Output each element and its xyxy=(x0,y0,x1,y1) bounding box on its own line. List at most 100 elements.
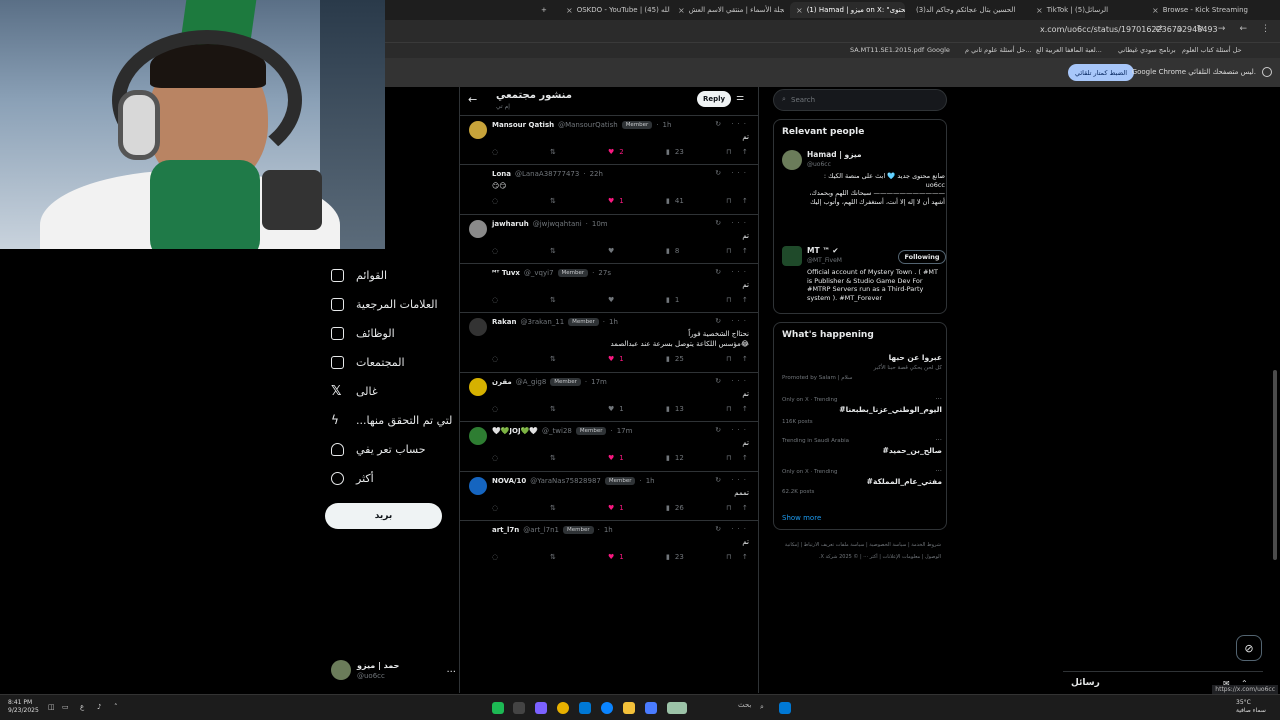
reply-icon[interactable]: ◌ xyxy=(492,148,498,156)
post-time[interactable]: 1h xyxy=(609,318,618,326)
browser-tab[interactable]: × TikTok | الرسائل(5) xyxy=(1030,2,1140,18)
retweet-icon[interactable]: ⇅ xyxy=(550,405,556,413)
bookmark-item[interactable]: SA.MT11.SE1.2015.pdf xyxy=(850,46,924,54)
share-icon[interactable]: ↑ xyxy=(742,553,748,561)
widgets-icon[interactable] xyxy=(667,702,687,714)
post-time[interactable]: 1h xyxy=(663,121,672,129)
post-button[interactable]: بريد xyxy=(325,503,442,529)
reply-post[interactable]: ᴹᵀ Tuvx @_vqyi7 Member · 27s ↻ ··· تم ◌ ⇅ ♥ ▮ 1 ⊓ ↑ xyxy=(460,263,758,312)
bookmark-item[interactable]: Google xyxy=(927,46,950,54)
reply-icon[interactable]: ◌ xyxy=(492,553,498,561)
edge-icon[interactable] xyxy=(601,702,613,714)
more-options-icon[interactable]: ↻ ··· xyxy=(715,377,750,385)
nav-communities[interactable]: المجتمعات xyxy=(331,351,405,373)
nav-premium[interactable]: 𝕏 غالى xyxy=(331,380,378,402)
author-name[interactable]: NOVA/10 xyxy=(492,477,526,485)
reply-button[interactable]: Reply xyxy=(697,91,731,107)
back-arrow-icon[interactable]: ← xyxy=(468,93,477,106)
browser-tab-active[interactable]: ×(1) Hamad | ميزو on X: "محتوى xyxy=(790,2,905,18)
browser-tab[interactable]: × Browse - Kick Streaming xyxy=(1146,2,1256,18)
bookmark-item[interactable]: حل أسئلة علوم ثاني م... xyxy=(965,46,1032,54)
community-name[interactable]: إم تي xyxy=(496,103,510,110)
author-name[interactable]: ᴹᵀ Tuvx xyxy=(492,269,520,277)
share-icon[interactable]: ↑ xyxy=(742,148,748,156)
reply-icon[interactable]: ◌ xyxy=(492,197,498,205)
author-handle[interactable]: @A_gig8 xyxy=(516,378,547,386)
more-options-icon[interactable]: ↻ ··· xyxy=(715,317,750,325)
more-options-icon[interactable]: ↻ ··· xyxy=(715,219,750,227)
home-icon[interactable]: ⌂ xyxy=(1177,24,1183,34)
search-input[interactable]: ⌕ Search xyxy=(773,89,947,111)
views-button[interactable]: ▮ 8 xyxy=(666,247,679,255)
avatar[interactable] xyxy=(469,220,487,238)
set-default-button[interactable]: الضبط كمتار تلقائي xyxy=(1068,64,1134,81)
author-name[interactable]: jawharuh xyxy=(492,220,529,228)
share-icon[interactable]: ↑ xyxy=(742,454,748,462)
more-options-icon[interactable]: ↻ ··· xyxy=(715,120,750,128)
nav-lists[interactable]: القوائم xyxy=(331,264,387,286)
page-scrollbar[interactable] xyxy=(1273,370,1277,560)
author-handle[interactable]: @MansourQatish xyxy=(558,121,618,129)
author-handle[interactable]: @3rakan_11 xyxy=(520,318,564,326)
retweet-icon[interactable]: ⇅ xyxy=(550,504,556,512)
more-options-icon[interactable]: ... xyxy=(446,664,456,675)
reply-post[interactable]: 🤍💚JOJ💚🤍 @_twi28 Member · 17m ↻ ··· تم ◌ ⇅ ♥ 1 ▮ 12 ⊓ ↑ xyxy=(460,421,758,470)
more-options-icon[interactable]: ··· xyxy=(935,467,942,475)
show-more-link[interactable]: Show more xyxy=(782,514,821,522)
like-button[interactable]: ♥ 1 xyxy=(608,355,624,363)
close-icon[interactable]: × xyxy=(796,6,803,15)
reply-post[interactable]: jawharuh @jwjwqahtani · 10m ↻ ··· تم ◌ ⇅ ♥ ▮ 8 ⊓ ↑ xyxy=(460,214,758,263)
bookmark-icon[interactable]: ⊓ xyxy=(726,355,731,363)
author-handle[interactable]: @YaraNas75828987 xyxy=(530,477,601,485)
bookmark-icon[interactable]: ⊓ xyxy=(726,148,731,156)
share-icon[interactable]: ↑ xyxy=(742,296,748,304)
share-icon[interactable]: ↑ xyxy=(742,405,748,413)
account-switcher[interactable]: حمد | ميزو @uo6cc ... xyxy=(331,660,456,686)
views-button[interactable]: ▮ 25 xyxy=(666,355,684,363)
tray-chevron-icon[interactable]: ˄ xyxy=(114,703,118,711)
nav-jobs[interactable]: الوظائف xyxy=(331,322,395,344)
avatar[interactable] xyxy=(469,269,487,287)
more-options-icon[interactable]: ··· xyxy=(935,436,942,444)
author-handle[interactable]: @_twi28 xyxy=(542,427,572,435)
post-time[interactable]: 1h xyxy=(646,477,655,485)
language-icon[interactable]: ع xyxy=(80,703,84,711)
trend-item[interactable]: Only on X · Trending ··· #اليوم_الوطني_ع… xyxy=(782,395,942,429)
retweet-icon[interactable]: ⇅ xyxy=(550,553,556,561)
author-name[interactable]: مقرن xyxy=(492,378,512,386)
more-options-icon[interactable]: ↻ ··· xyxy=(715,268,750,276)
reply-icon[interactable]: ◌ xyxy=(492,355,498,363)
reply-icon[interactable]: ◌ xyxy=(492,405,498,413)
nav-verified-orgs[interactable]: ϟ ...لتي تم التحقق منها xyxy=(331,409,452,431)
retweet-icon[interactable]: ⇅ xyxy=(550,148,556,156)
reply-post[interactable]: NOVA/10 @YaraNas75828987 Member · 1h ↻ ··· تمم… xyxy=(460,471,758,520)
discord-icon[interactable] xyxy=(535,702,547,714)
explorer-icon[interactable] xyxy=(623,702,635,714)
like-button[interactable]: ♥ 1 xyxy=(608,504,624,512)
bookmark-icon[interactable]: ⊓ xyxy=(726,553,731,561)
promoted-trend[interactable]: عبروا عن حبها كل لحن يحكي قصة حبنا الأكب… xyxy=(782,353,942,391)
app-icon[interactable] xyxy=(645,702,657,714)
more-options-icon[interactable]: ↻ ··· xyxy=(715,476,750,484)
author-name[interactable]: 🤍💚JOJ💚🤍 xyxy=(492,427,538,435)
author-name[interactable]: Rakan xyxy=(492,318,516,326)
forward-icon[interactable]: → xyxy=(1218,24,1226,34)
bookmark-icon[interactable]: ⊓ xyxy=(726,405,731,413)
desktop-icon[interactable]: ▭ xyxy=(62,703,69,711)
close-icon[interactable]: × xyxy=(1036,6,1043,15)
bookmark-icon[interactable]: ⊓ xyxy=(726,504,731,512)
back-icon[interactable]: ← xyxy=(1239,24,1247,34)
reply-icon[interactable]: ◌ xyxy=(492,247,498,255)
weather-widget[interactable]: 35°C سماء صافية xyxy=(1236,699,1266,715)
avatar[interactable] xyxy=(469,121,487,139)
like-button[interactable]: ♥ 1 xyxy=(608,553,624,561)
clock[interactable]: 8:41 PM 9/23/2025 xyxy=(8,699,39,715)
post-time[interactable]: 10m xyxy=(592,220,608,228)
post-time[interactable]: 1h xyxy=(604,526,613,534)
author-name[interactable]: Lona xyxy=(492,170,511,178)
reply-icon[interactable]: ◌ xyxy=(492,504,498,512)
reload-icon[interactable]: ↻ xyxy=(1196,24,1204,34)
close-icon[interactable]: × xyxy=(678,6,685,15)
views-button[interactable]: ▮ 23 xyxy=(666,553,684,561)
bookmark-item[interactable]: برنامج سودي غيطاني xyxy=(1118,46,1176,54)
